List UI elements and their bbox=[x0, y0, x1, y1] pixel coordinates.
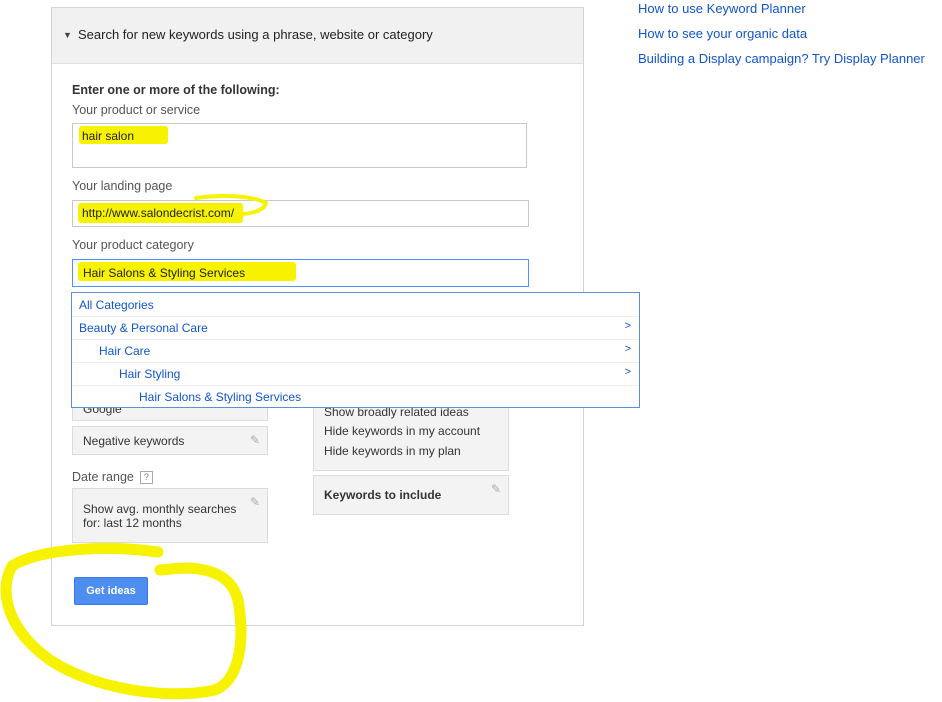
link-how-to-use-keyword-planner[interactable]: How to use Keyword Planner bbox=[638, 1, 806, 16]
chevron-right-icon: > bbox=[624, 320, 631, 332]
date-range-box[interactable]: Show avg. monthly searches for: last 12 … bbox=[72, 488, 268, 543]
category-label: Your product category bbox=[72, 238, 194, 252]
product-label: Your product or service bbox=[72, 103, 201, 117]
category-value: Hair Salons & Styling Services bbox=[83, 266, 246, 280]
panel-title: Search for new keywords using a phrase, … bbox=[78, 27, 433, 42]
category-option-label: Hair Salons & Styling Services bbox=[139, 390, 302, 404]
category-option-hair-salons[interactable]: Hair Salons & Styling Services bbox=[72, 385, 639, 408]
category-dropdown: All Categories Beauty & Personal Care > … bbox=[71, 292, 640, 408]
category-option-beauty[interactable]: Beauty & Personal Care > bbox=[72, 316, 639, 340]
date-range-label-row: Date range? bbox=[72, 470, 153, 485]
panel-header[interactable]: ▼ Search for new keywords using a phrase… bbox=[52, 8, 583, 64]
get-ideas-button[interactable]: Get ideas bbox=[74, 577, 148, 605]
category-option-hair-care[interactable]: Hair Care > bbox=[72, 339, 639, 363]
chevron-right-icon: > bbox=[624, 343, 631, 355]
keywords-to-include-label: Keywords to include bbox=[324, 488, 442, 502]
negative-keywords-box[interactable]: Negative keywords ✎ bbox=[72, 426, 268, 455]
pencil-icon[interactable]: ✎ bbox=[250, 495, 260, 509]
date-range-label: Date range bbox=[72, 470, 134, 484]
keyword-option-hide-plan: Hide keywords in my plan bbox=[324, 444, 461, 458]
negative-keywords-label: Negative keywords bbox=[83, 434, 185, 448]
category-option-hair-styling[interactable]: Hair Styling > bbox=[72, 362, 639, 386]
pencil-icon[interactable]: ✎ bbox=[491, 482, 501, 496]
category-option-label: Hair Styling bbox=[119, 367, 181, 381]
help-icon[interactable]: ? bbox=[139, 471, 153, 485]
product-value: hair salon bbox=[82, 129, 135, 143]
keyword-option-hide-account: Hide keywords in my account bbox=[324, 424, 481, 438]
category-option-all[interactable]: All Categories bbox=[72, 293, 639, 317]
keywords-to-include-box[interactable]: Keywords to include ✎ bbox=[313, 475, 509, 515]
category-option-label: All Categories bbox=[79, 298, 154, 312]
date-range-text: Show avg. monthly searches for: last 12 … bbox=[83, 502, 237, 530]
category-option-label: Beauty & Personal Care bbox=[79, 321, 208, 335]
link-how-to-see-organic-data[interactable]: How to see your organic data bbox=[638, 26, 807, 41]
pencil-icon[interactable]: ✎ bbox=[250, 433, 260, 447]
category-option-label: Hair Care bbox=[99, 344, 151, 358]
collapse-triangle-icon[interactable]: ▼ bbox=[63, 30, 72, 40]
landing-value: http://www.salondecrist.com/ bbox=[82, 206, 235, 220]
link-try-display-planner[interactable]: Building a Display campaign? Try Display… bbox=[638, 51, 925, 66]
form-intro: Enter one or more of the following: bbox=[72, 83, 280, 97]
landing-label: Your landing page bbox=[72, 179, 173, 193]
chevron-right-icon: > bbox=[624, 366, 631, 378]
